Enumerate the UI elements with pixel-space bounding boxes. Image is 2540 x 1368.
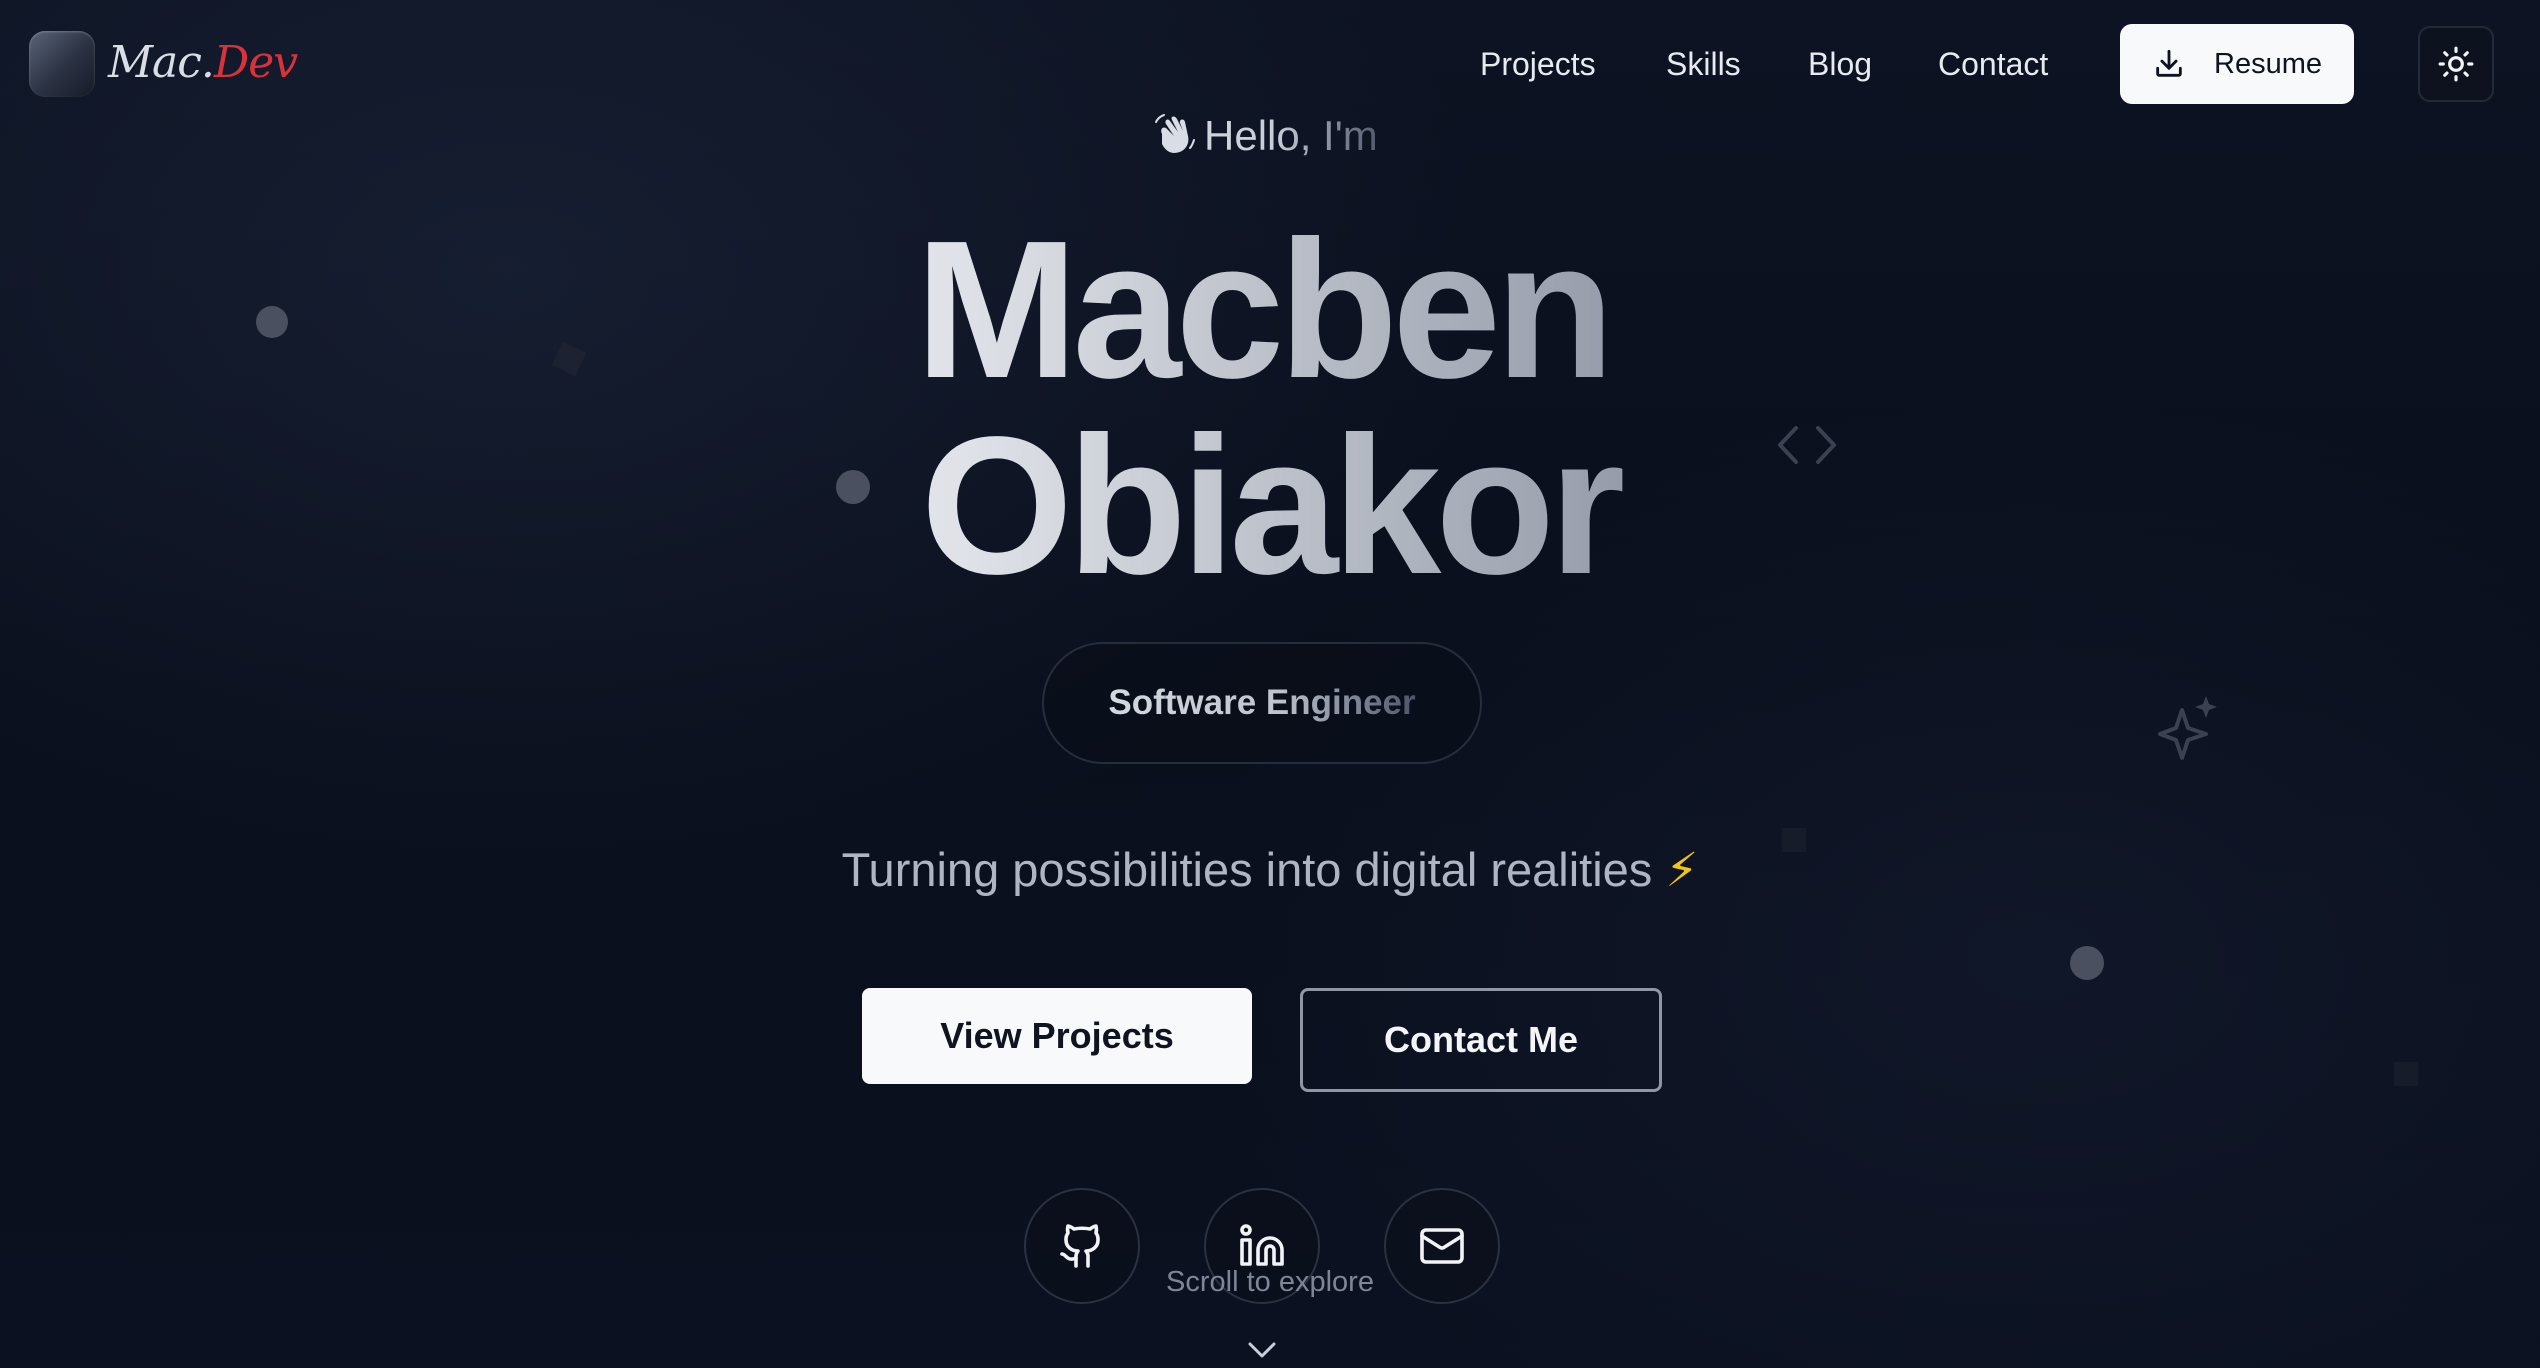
logo-mark[interactable] <box>29 31 95 97</box>
chevron-down-icon[interactable] <box>1246 1338 1278 1362</box>
nav-link-contact[interactable]: Contact <box>1938 40 2048 88</box>
resume-button[interactable]: Resume <box>2120 24 2354 104</box>
decor-dot <box>2070 946 2104 980</box>
decor-square <box>2394 1062 2418 1086</box>
sparkle-icon <box>2158 696 2217 760</box>
waving-hand-icon <box>1155 114 1195 153</box>
download-icon <box>2156 49 2182 77</box>
contact-me-button[interactable]: Contact Me <box>1300 988 1662 1092</box>
role-text: Software Engineer <box>1108 683 1416 722</box>
sun-icon <box>2438 46 2474 82</box>
view-projects-button[interactable]: View Projects <box>862 988 1252 1084</box>
logo-text-mac: Mac. <box>108 37 215 88</box>
theme-toggle-button[interactable] <box>2418 26 2494 102</box>
tagline: Turning possibilities into digital reali… <box>0 838 2540 902</box>
lightning-icon: ⚡ <box>1665 843 1699 896</box>
nav-link-skills[interactable]: Skills <box>1666 40 1741 88</box>
logo-text[interactable]: Mac.Dev <box>108 30 298 96</box>
hero-last-name: Obiakor <box>0 406 2540 606</box>
nav-link-projects[interactable]: Projects <box>1480 40 1596 88</box>
greeting-text: Hello, I'm <box>1204 112 1378 159</box>
portfolio-page: Mac.Dev Projects Skills Blog Contact Res… <box>0 0 2540 1368</box>
role-badge: Software Engineer <box>1042 642 1482 764</box>
resume-label: Resume <box>2214 47 2322 80</box>
tagline-text: Turning possibilities into digital reali… <box>841 843 1653 896</box>
logo-text-dev: Dev <box>213 37 298 88</box>
nav-link-blog[interactable]: Blog <box>1808 40 1872 88</box>
greeting: Hello, I'm <box>1152 108 1378 164</box>
scroll-hint: Scroll to explore <box>1166 1266 1374 1298</box>
hero-first-name: Macben <box>0 210 2532 410</box>
